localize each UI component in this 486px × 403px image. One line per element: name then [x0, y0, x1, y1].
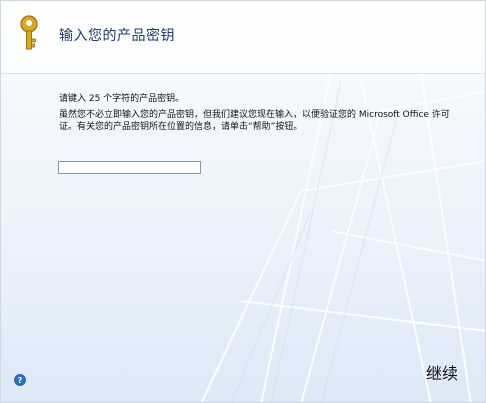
- next-button[interactable]: 继续: [407, 359, 477, 385]
- product-key-input[interactable]: [58, 161, 201, 174]
- dialog-header: 输入您的产品密钥: [1, 1, 485, 74]
- explanation-text: 虽然您不必立即输入您的产品密钥，但我们建议您现在输入，以便验证您的 Micros…: [59, 110, 450, 132]
- instruction-text: 请键入 25 个字符的产品密钥。: [59, 94, 185, 104]
- dialog-title: 输入您的产品密钥: [59, 28, 175, 44]
- help-icon[interactable]: ?: [14, 374, 26, 386]
- key-icon: [20, 15, 38, 50]
- svg-text:?: ?: [18, 376, 23, 385]
- product-key-dialog: 输入您的产品密钥 请键入 25 个字符的产品密钥。 虽然您不必立即输入您的产品密…: [0, 0, 486, 403]
